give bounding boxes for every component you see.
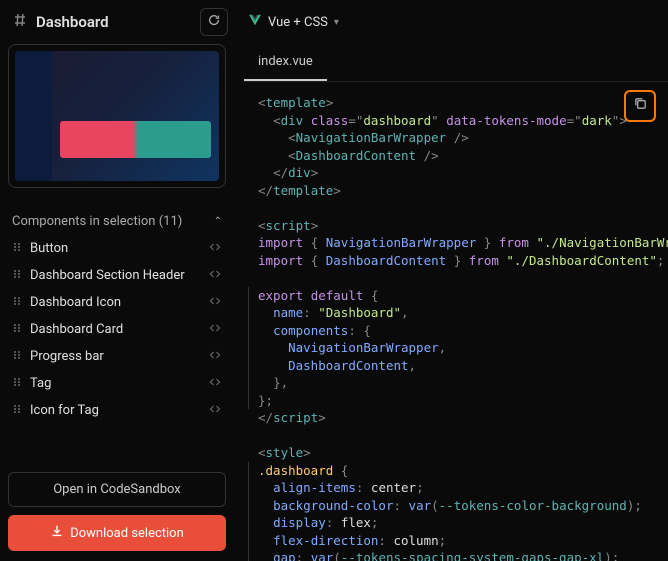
component-item[interactable]: Icon for Tag: [8, 397, 226, 424]
code-icon[interactable]: [208, 322, 222, 337]
drag-handle-icon: [12, 404, 22, 417]
component-label: Dashboard Icon: [30, 295, 200, 310]
code-line: align-items: center;: [248, 479, 654, 497]
top-bar: Dashboard Vue + CSS ▾: [0, 0, 668, 44]
open-codesandbox-label: Open in CodeSandbox: [53, 482, 181, 497]
code-line: <DashboardContent />: [258, 147, 654, 165]
tab-label: index.vue: [258, 54, 313, 69]
code-line: [258, 427, 654, 445]
code-area[interactable]: <template> <div class="dashboard" data-t…: [244, 82, 668, 561]
code-line: <style>: [258, 444, 654, 462]
preview-box[interactable]: [8, 44, 226, 188]
tab-index-vue[interactable]: index.vue: [244, 44, 327, 81]
component-item[interactable]: Button: [8, 235, 226, 262]
code-content: <template> <div class="dashboard" data-t…: [258, 94, 654, 561]
component-item[interactable]: Dashboard Card: [8, 316, 226, 343]
code-line: .dashboard {: [248, 462, 654, 480]
open-codesandbox-button[interactable]: Open in CodeSandbox: [8, 472, 226, 507]
component-item[interactable]: Progress bar: [8, 343, 226, 370]
drag-handle-icon: [12, 323, 22, 336]
drag-handle-icon: [12, 242, 22, 255]
title-area: Dashboard: [12, 8, 228, 36]
code-line: import { DashboardContent } from "./Dash…: [258, 252, 654, 270]
component-label: Dashboard Card: [30, 322, 200, 337]
code-line: name: "Dashboard",: [248, 304, 654, 322]
drag-handle-icon: [12, 377, 22, 390]
code-line: },: [248, 374, 654, 392]
code-line: import { NavigationBarWrapper } from "./…: [258, 234, 654, 252]
code-line: [258, 199, 654, 217]
download-icon: [50, 524, 64, 542]
left-actions: Open in CodeSandbox Download selection: [8, 472, 226, 561]
code-line: export default {: [248, 287, 654, 305]
code-line: NavigationBarWrapper,: [248, 339, 654, 357]
component-label: Progress bar: [30, 349, 200, 364]
component-item[interactable]: Dashboard Icon: [8, 289, 226, 316]
code-line: </div>: [258, 164, 654, 182]
component-item[interactable]: Dashboard Section Header: [8, 262, 226, 289]
code-icon[interactable]: [208, 268, 222, 283]
code-line: <script>: [258, 217, 654, 235]
components-section: Components in selection (11) ⌃ Button Das…: [8, 208, 226, 424]
refresh-icon: [207, 13, 221, 31]
vue-icon: [248, 13, 262, 31]
components-header[interactable]: Components in selection (11) ⌃: [8, 208, 226, 235]
code-line: <NavigationBarWrapper />: [258, 129, 654, 147]
code-line: <div class="dashboard" data-tokens-mode=…: [258, 112, 654, 130]
download-label: Download selection: [70, 526, 184, 541]
left-panel: Components in selection (11) ⌃ Button Das…: [0, 44, 234, 561]
code-line: </template>: [258, 182, 654, 200]
preview-image: [15, 51, 219, 181]
component-label: Button: [30, 241, 200, 256]
component-label: Dashboard Section Header: [30, 268, 200, 283]
code-icon[interactable]: [208, 403, 222, 418]
drag-handle-icon: [12, 350, 22, 363]
component-item[interactable]: Tag: [8, 370, 226, 397]
copy-icon: [633, 96, 648, 116]
code-icon[interactable]: [208, 349, 222, 364]
drag-handle-icon: [12, 296, 22, 309]
download-button[interactable]: Download selection: [8, 515, 226, 551]
code-line: DashboardContent,: [248, 357, 654, 375]
code-line: <template>: [258, 94, 654, 112]
framework-label: Vue + CSS: [268, 15, 328, 30]
framework-select[interactable]: Vue + CSS ▾: [240, 9, 347, 35]
code-line: [258, 269, 654, 287]
code-line: components: {: [248, 322, 654, 340]
code-line: display: flex;: [248, 514, 654, 532]
components-list: Button Dashboard Section Header Dashboard …: [8, 235, 226, 424]
copy-button[interactable]: [624, 90, 656, 122]
code-line: flex-direction: column;: [248, 532, 654, 550]
page-title: Dashboard: [36, 13, 109, 31]
code-line: </script>: [258, 409, 654, 427]
component-label: Icon for Tag: [30, 403, 200, 418]
code-line: background-color: var(--tokens-color-bac…: [248, 497, 654, 515]
right-panel: index.vue <template> <div class="dashboa…: [234, 44, 668, 561]
chevron-up-icon: ⌃: [214, 216, 222, 227]
code-icon[interactable]: [208, 376, 222, 391]
chevron-down-icon: ▾: [334, 17, 339, 28]
hash-icon: [12, 12, 28, 32]
drag-handle-icon: [12, 269, 22, 282]
code-line: gap: var(--tokens-spacing-system-gaps-ga…: [248, 549, 654, 561]
tab-bar: index.vue: [244, 44, 668, 82]
components-header-label: Components in selection (11): [12, 214, 182, 229]
code-icon[interactable]: [208, 295, 222, 310]
main: Components in selection (11) ⌃ Button Das…: [0, 44, 668, 561]
refresh-button[interactable]: [200, 8, 228, 36]
code-icon[interactable]: [208, 241, 222, 256]
code-line: };: [248, 392, 654, 410]
component-label: Tag: [30, 376, 200, 391]
